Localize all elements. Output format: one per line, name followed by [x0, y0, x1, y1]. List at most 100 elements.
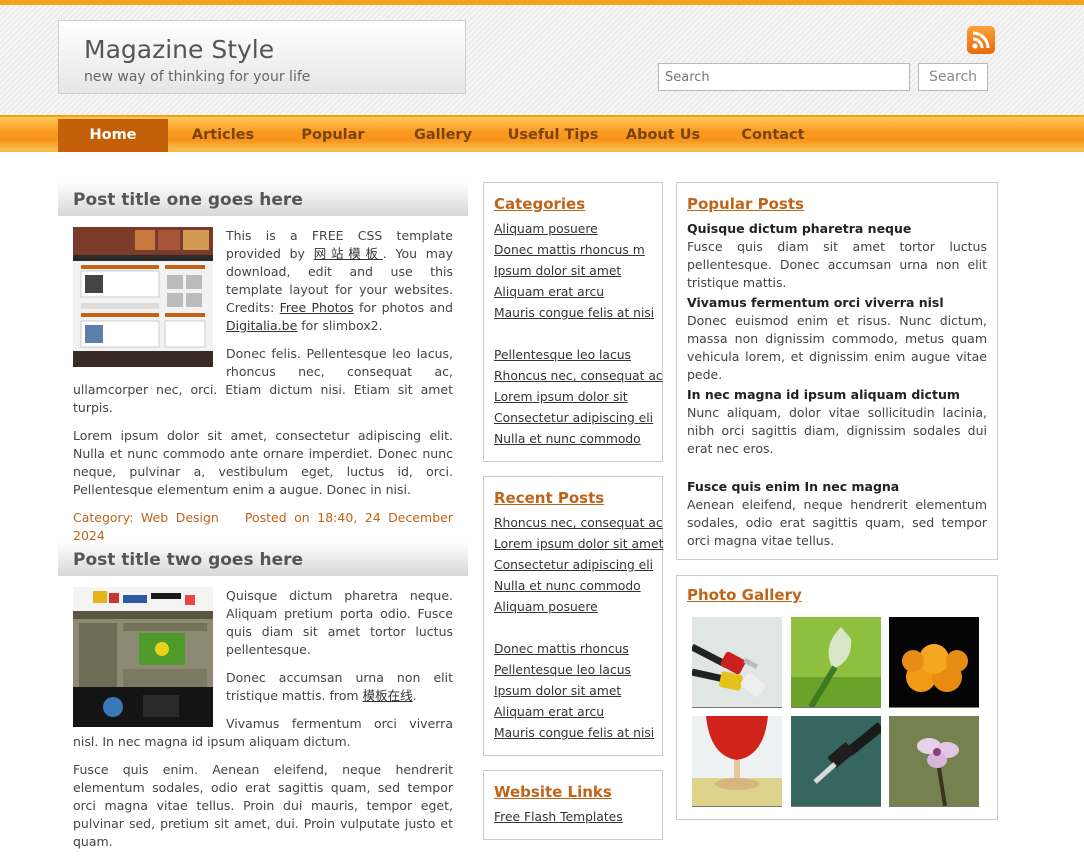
category-link[interactable]: Lorem ipsum dolor sit — [494, 390, 628, 404]
category-link[interactable]: Ipsum dolor sit amet — [494, 264, 621, 278]
recent-post-link[interactable]: Lorem ipsum dolor sit amet — [494, 537, 663, 551]
recent-post-link[interactable]: Aliquam erat arcu — [494, 705, 604, 719]
list-item: Donec mattis rhoncus m — [494, 240, 663, 261]
post-2-paragraph-4: Fusce quis enim. Aenean eleifend, neque … — [73, 762, 453, 849]
recent-post-link[interactable]: Consectetur adipiscing eli — [494, 558, 653, 572]
list-item: Aliquam erat arcu — [494, 702, 663, 723]
category-link[interactable]: Consectetur adipiscing eli — [494, 411, 653, 425]
post-2-title-bar: Post title two goes here — [58, 542, 468, 576]
logo-box[interactable]: Magazine Style new way of thinking for y… — [58, 20, 466, 94]
recent-post-link[interactable]: Nulla et nunc commodo — [494, 579, 641, 593]
post-1-category[interactable]: Category: Web Design — [73, 510, 219, 525]
list-item: Ipsum dolor sit amet — [494, 681, 663, 702]
post-1-paragraph-3: Lorem ipsum dolor sit amet, consectetur … — [73, 428, 453, 497]
recent-post-link[interactable]: Mauris congue felis at nisi — [494, 726, 654, 740]
site-header: Magazine Style new way of thinking for y… — [0, 0, 1084, 115]
list-item: Ipsum dolor sit amet — [494, 261, 663, 282]
search-button[interactable]: Search — [918, 63, 988, 91]
popular-post-text: Donec euismod enim et risus. Nunc dictum… — [687, 313, 987, 382]
main-nav: Home Articles Popular Gallery Useful Tip… — [0, 115, 1084, 152]
list-item: Rhoncus nec, consequat ac — [494, 513, 663, 534]
recent-posts-box: Recent Posts Rhoncus nec, consequat ac L… — [483, 476, 663, 756]
photo-gallery-title: Photo Gallery — [687, 586, 802, 604]
recent-post-link[interactable]: Ipsum dolor sit amet — [494, 684, 621, 698]
nav-home[interactable]: Home — [58, 119, 168, 152]
gallery-photo-audio-jack[interactable] — [791, 716, 881, 807]
post-2-title[interactable]: Post title two goes here — [73, 550, 303, 570]
site-tagline: new way of thinking for your life — [84, 69, 311, 85]
gallery-photo-lotus-bud[interactable] — [791, 617, 881, 708]
popular-post-item: Vivamus fermentum orci viverra nisl Done… — [687, 294, 987, 384]
rss-icon[interactable] — [967, 26, 995, 54]
nav-contact[interactable]: Contact — [718, 119, 828, 152]
nav-articles[interactable]: Articles — [168, 119, 278, 152]
post-2-thumbnail[interactable] — [73, 587, 213, 727]
popular-post-heading[interactable]: Vivamus fermentum orci viverra nisl — [687, 294, 987, 312]
gallery-photo-wine-glass[interactable] — [692, 716, 782, 807]
recent-posts-list: Rhoncus nec, consequat ac Lorem ipsum do… — [494, 513, 663, 744]
recent-post-link[interactable]: Donec mattis rhoncus — [494, 642, 629, 656]
gallery-photo-oranges[interactable] — [889, 617, 979, 708]
list-item: Mauris congue felis at nisi — [494, 723, 663, 744]
list-item: Donec mattis rhoncus — [494, 639, 663, 660]
popular-post-heading[interactable]: In nec magna id ipsum aliquam dictum — [687, 386, 987, 404]
category-link[interactable]: Donec mattis rhoncus m — [494, 243, 645, 257]
nav-about-us[interactable]: About Us — [608, 119, 718, 152]
post-1-title[interactable]: Post title one goes here — [73, 190, 303, 210]
post-1-thumbnail[interactable] — [73, 227, 213, 367]
nav-gallery[interactable]: Gallery — [388, 119, 498, 152]
list-item: Mauris congue felis at nisi — [494, 303, 663, 324]
post-2-body: Quisque dictum pharetra neque. Aliquam p… — [73, 587, 453, 861]
post-1-link-templates[interactable]: 网站模板 — [314, 246, 383, 261]
list-item: Consectetur adipiscing eli — [494, 555, 663, 576]
popular-posts-box: Popular Posts Quisque dictum pharetra ne… — [676, 182, 998, 560]
list-item: Lorem ipsum dolor sit amet — [494, 534, 663, 555]
list-item: Aliquam posuere — [494, 597, 663, 618]
nav-popular[interactable]: Popular — [278, 119, 388, 152]
recent-posts-title: Recent Posts — [494, 489, 605, 507]
site-title[interactable]: Magazine Style — [84, 35, 274, 64]
list-item: Lorem ipsum dolor sit — [494, 387, 663, 408]
post-1-link-digitalia[interactable]: Digitalia.be — [226, 318, 297, 333]
list-item: Aliquam erat arcu — [494, 282, 663, 303]
list-item: Aliquam posuere — [494, 219, 663, 240]
website-link[interactable]: Free Flash Templates — [494, 810, 623, 824]
list-item: Pellentesque leo lacus — [494, 660, 663, 681]
website-links-box: Website Links Free Flash Templates — [483, 770, 663, 840]
post-1-link-free-photos[interactable]: Free Photos — [280, 300, 354, 315]
post-1-body: This is a FREE CSS template provided by … — [73, 227, 453, 545]
post-1-meta: Category: Web Design Posted on 18:40, 24 … — [73, 509, 453, 545]
recent-post-link[interactable]: Rhoncus nec, consequat ac — [494, 516, 663, 530]
popular-post-item: Fusce quis enim In nec magna Aenean elei… — [687, 478, 987, 550]
popular-post-text: Fusce quis diam sit amet tortor luctus p… — [687, 239, 987, 290]
recent-post-link[interactable]: Aliquam posuere — [494, 600, 598, 614]
list-spacer — [494, 324, 663, 345]
category-link[interactable]: Mauris congue felis at nisi — [494, 306, 654, 320]
category-link[interactable]: Nulla et nunc commodo — [494, 432, 641, 446]
popular-post-heading[interactable]: Quisque dictum pharetra neque — [687, 220, 987, 238]
category-link[interactable]: Aliquam erat arcu — [494, 285, 604, 299]
popular-post-item: In nec magna id ipsum aliquam dictum Nun… — [687, 386, 987, 458]
list-item: Pellentesque leo lacus — [494, 345, 663, 366]
gallery-photo-av-cables[interactable] — [692, 617, 782, 708]
popular-post-item: Quisque dictum pharetra neque Fusce quis… — [687, 220, 987, 292]
gallery-photo-orchid[interactable] — [889, 716, 979, 807]
category-link[interactable]: Pellentesque leo lacus — [494, 348, 631, 362]
popular-post-heading[interactable]: Fusce quis enim In nec magna — [687, 478, 987, 496]
categories-list: Aliquam posuere Donec mattis rhoncus m I… — [494, 219, 663, 450]
list-spacer — [494, 618, 663, 639]
category-link[interactable]: Rhoncus nec, consequat ac — [494, 369, 663, 383]
categories-box: Categories Aliquam posuere Donec mattis … — [483, 182, 663, 462]
search-input[interactable] — [658, 63, 910, 91]
categories-title: Categories — [494, 195, 586, 213]
list-item: Rhoncus nec, consequat ac — [494, 366, 663, 387]
category-link[interactable]: Aliquam posuere — [494, 222, 598, 236]
recent-post-link[interactable]: Pellentesque leo lacus — [494, 663, 631, 677]
list-item: Nulla et nunc commodo — [494, 429, 663, 450]
post-2-link-templates[interactable]: 模板在线 — [363, 688, 413, 703]
popular-post-text: Nunc aliquam, dolor vitae sollicitudin l… — [687, 405, 987, 456]
photo-gallery-box: Photo Gallery — [676, 575, 998, 820]
nav-useful-tips[interactable]: Useful Tips — [498, 119, 608, 152]
popular-posts-title: Popular Posts — [687, 195, 804, 213]
list-item: Nulla et nunc commodo — [494, 576, 663, 597]
